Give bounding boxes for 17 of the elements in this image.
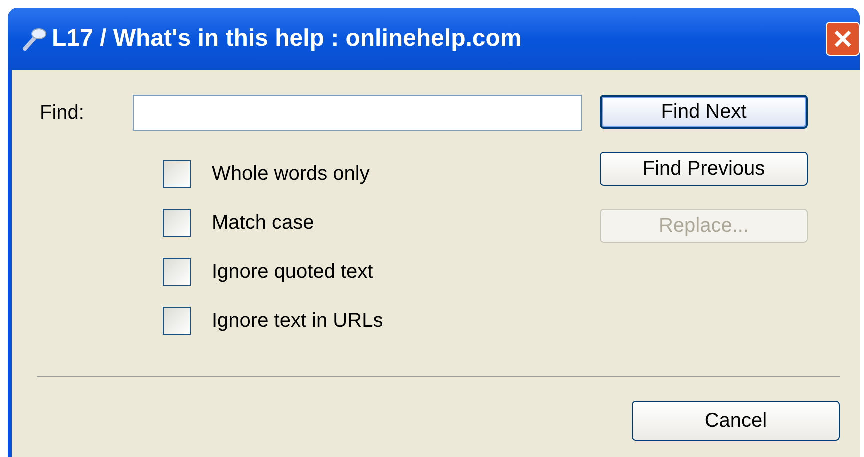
option-label: Ignore text in URLs <box>212 309 384 334</box>
checkbox[interactable] <box>163 258 191 286</box>
magnifier-icon <box>22 26 48 52</box>
option-label: Match case <box>212 211 314 236</box>
dialog-button[interactable]: Find Previous <box>600 152 808 186</box>
close-button[interactable] <box>826 22 860 56</box>
find-field[interactable] <box>133 95 582 131</box>
close-icon <box>833 29 853 49</box>
checkbox[interactable] <box>163 209 191 237</box>
checkbox[interactable] <box>163 307 191 335</box>
window-title: L17 / What's in this help : onlinehelp.com <box>52 24 522 54</box>
find-label: Find: <box>39 101 86 126</box>
dialog-button[interactable]: Find Next <box>600 95 808 129</box>
option-label: Ignore quoted text <box>212 260 374 285</box>
checkbox[interactable] <box>163 160 191 188</box>
option-label: Whole words only <box>212 162 370 187</box>
cancel-button[interactable]: Cancel <box>632 401 840 441</box>
